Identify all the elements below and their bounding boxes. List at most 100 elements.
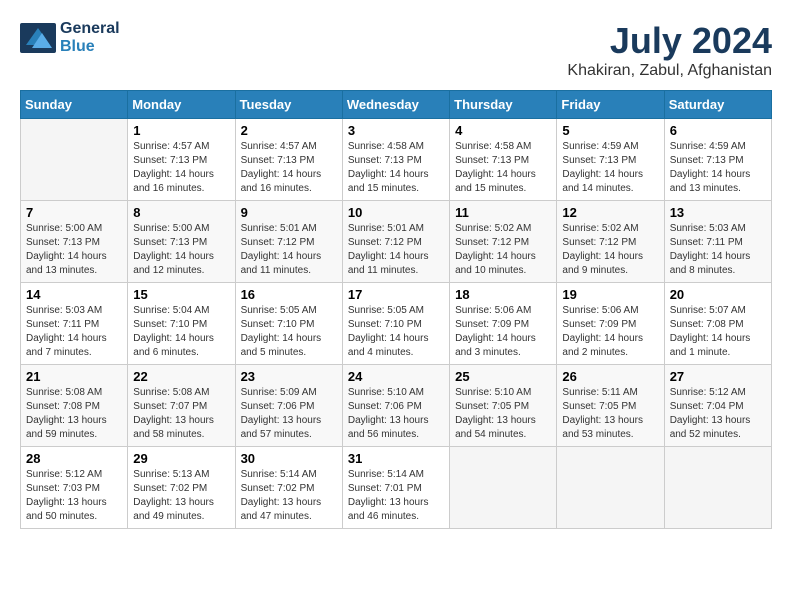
day-info: Sunrise: 4:59 AMSunset: 7:13 PMDaylight:… (670, 140, 766, 196)
day-info: Sunrise: 4:59 AMSunset: 7:13 PMDaylight:… (562, 140, 658, 196)
calendar-table: Sunday Monday Tuesday Wednesday Thursday… (20, 90, 772, 529)
sunrise-time: Sunrise: 5:13 AM (133, 468, 229, 482)
sunset-time: Sunset: 7:12 PM (562, 236, 658, 250)
calendar-header: Sunday Monday Tuesday Wednesday Thursday… (21, 91, 772, 119)
day-number: 20 (670, 287, 766, 302)
sunrise-time: Sunrise: 5:08 AM (133, 386, 229, 400)
sunrise-time: Sunrise: 4:57 AM (241, 140, 337, 154)
daylight-hours: Daylight: 14 hours and 12 minutes. (133, 250, 229, 278)
sunrise-time: Sunrise: 5:10 AM (348, 386, 444, 400)
day-info: Sunrise: 5:05 AMSunset: 7:10 PMDaylight:… (348, 304, 444, 360)
sunrise-time: Sunrise: 5:03 AM (26, 304, 122, 318)
day-info: Sunrise: 5:08 AMSunset: 7:07 PMDaylight:… (133, 386, 229, 442)
day-info: Sunrise: 4:57 AMSunset: 7:13 PMDaylight:… (241, 140, 337, 196)
day-number: 7 (26, 205, 122, 220)
day-cell: 19Sunrise: 5:06 AMSunset: 7:09 PMDayligh… (557, 283, 664, 365)
sunset-time: Sunset: 7:12 PM (455, 236, 551, 250)
daylight-hours: Daylight: 14 hours and 10 minutes. (455, 250, 551, 278)
col-wednesday: Wednesday (342, 91, 449, 119)
week-row-5: 28Sunrise: 5:12 AMSunset: 7:03 PMDayligh… (21, 447, 772, 529)
daylight-hours: Daylight: 14 hours and 16 minutes. (133, 168, 229, 196)
day-number: 23 (241, 369, 337, 384)
sunrise-time: Sunrise: 5:09 AM (241, 386, 337, 400)
sunset-time: Sunset: 7:01 PM (348, 482, 444, 496)
day-number: 3 (348, 123, 444, 138)
sunrise-time: Sunrise: 4:58 AM (455, 140, 551, 154)
day-info: Sunrise: 5:11 AMSunset: 7:05 PMDaylight:… (562, 386, 658, 442)
sunset-time: Sunset: 7:13 PM (26, 236, 122, 250)
day-number: 18 (455, 287, 551, 302)
daylight-hours: Daylight: 13 hours and 59 minutes. (26, 414, 122, 442)
day-cell: 31Sunrise: 5:14 AMSunset: 7:01 PMDayligh… (342, 447, 449, 529)
sunrise-time: Sunrise: 5:03 AM (670, 222, 766, 236)
sunset-time: Sunset: 7:03 PM (26, 482, 122, 496)
day-info: Sunrise: 5:13 AMSunset: 7:02 PMDaylight:… (133, 468, 229, 524)
day-number: 10 (348, 205, 444, 220)
daylight-hours: Daylight: 14 hours and 9 minutes. (562, 250, 658, 278)
sunrise-time: Sunrise: 5:00 AM (26, 222, 122, 236)
day-cell: 2Sunrise: 4:57 AMSunset: 7:13 PMDaylight… (235, 119, 342, 201)
day-cell: 29Sunrise: 5:13 AMSunset: 7:02 PMDayligh… (128, 447, 235, 529)
sunset-time: Sunset: 7:13 PM (670, 154, 766, 168)
day-info: Sunrise: 5:00 AMSunset: 7:13 PMDaylight:… (26, 222, 122, 278)
sunset-time: Sunset: 7:13 PM (133, 236, 229, 250)
day-info: Sunrise: 5:00 AMSunset: 7:13 PMDaylight:… (133, 222, 229, 278)
daylight-hours: Daylight: 13 hours and 50 minutes. (26, 496, 122, 524)
daylight-hours: Daylight: 14 hours and 14 minutes. (562, 168, 658, 196)
daylight-hours: Daylight: 13 hours and 47 minutes. (241, 496, 337, 524)
day-cell: 4Sunrise: 4:58 AMSunset: 7:13 PMDaylight… (450, 119, 557, 201)
sunrise-time: Sunrise: 5:14 AM (348, 468, 444, 482)
sunrise-time: Sunrise: 5:12 AM (670, 386, 766, 400)
sunset-time: Sunset: 7:10 PM (133, 318, 229, 332)
sunset-time: Sunset: 7:09 PM (562, 318, 658, 332)
day-cell: 13Sunrise: 5:03 AMSunset: 7:11 PMDayligh… (664, 201, 771, 283)
day-info: Sunrise: 5:02 AMSunset: 7:12 PMDaylight:… (455, 222, 551, 278)
sunrise-time: Sunrise: 5:05 AM (241, 304, 337, 318)
day-cell: 3Sunrise: 4:58 AMSunset: 7:13 PMDaylight… (342, 119, 449, 201)
sunset-time: Sunset: 7:02 PM (133, 482, 229, 496)
sunrise-time: Sunrise: 4:59 AM (670, 140, 766, 154)
day-number: 30 (241, 451, 337, 466)
sunset-time: Sunset: 7:13 PM (133, 154, 229, 168)
sunrise-time: Sunrise: 4:59 AM (562, 140, 658, 154)
sunset-time: Sunset: 7:08 PM (26, 400, 122, 414)
page-header: General Blue July 2024 Khakiran, Zabul, … (20, 20, 772, 80)
day-info: Sunrise: 5:10 AMSunset: 7:05 PMDaylight:… (455, 386, 551, 442)
col-monday: Monday (128, 91, 235, 119)
day-cell: 14Sunrise: 5:03 AMSunset: 7:11 PMDayligh… (21, 283, 128, 365)
logo-icon (20, 23, 56, 53)
day-cell: 1Sunrise: 4:57 AMSunset: 7:13 PMDaylight… (128, 119, 235, 201)
daylight-hours: Daylight: 14 hours and 6 minutes. (133, 332, 229, 360)
daylight-hours: Daylight: 13 hours and 54 minutes. (455, 414, 551, 442)
sunset-time: Sunset: 7:08 PM (670, 318, 766, 332)
day-cell (557, 447, 664, 529)
day-info: Sunrise: 5:02 AMSunset: 7:12 PMDaylight:… (562, 222, 658, 278)
day-number: 16 (241, 287, 337, 302)
daylight-hours: Daylight: 14 hours and 11 minutes. (241, 250, 337, 278)
sunrise-time: Sunrise: 5:02 AM (562, 222, 658, 236)
day-cell: 28 Sunrise: 5:12 AMSunset: 7:03 PMDayligh… (21, 447, 128, 529)
week-row-2: 7Sunrise: 5:00 AMSunset: 7:13 PMDaylight… (21, 201, 772, 283)
daylight-hours: Daylight: 13 hours and 52 minutes. (670, 414, 766, 442)
sunrise-time: Sunrise: 5:05 AM (348, 304, 444, 318)
sunset-time: Sunset: 7:05 PM (455, 400, 551, 414)
sunset-time: Sunset: 7:13 PM (241, 154, 337, 168)
sunrise-time: Sunrise: 5:02 AM (455, 222, 551, 236)
day-info: Sunrise: 5:01 AMSunset: 7:12 PMDaylight:… (241, 222, 337, 278)
day-cell: 15Sunrise: 5:04 AMSunset: 7:10 PMDayligh… (128, 283, 235, 365)
daylight-hours: Daylight: 14 hours and 13 minutes. (670, 168, 766, 196)
day-number: 17 (348, 287, 444, 302)
day-info: Sunrise: 5:14 AMSunset: 7:01 PMDaylight:… (348, 468, 444, 524)
title-area: July 2024 Khakiran, Zabul, Afghanistan (567, 20, 772, 80)
sunrise-time: Sunrise: 5:10 AM (455, 386, 551, 400)
daylight-hours: Daylight: 13 hours and 57 minutes. (241, 414, 337, 442)
daylight-hours: Daylight: 13 hours and 58 minutes. (133, 414, 229, 442)
col-thursday: Thursday (450, 91, 557, 119)
day-cell: 26Sunrise: 5:11 AMSunset: 7:05 PMDayligh… (557, 365, 664, 447)
day-info: Sunrise: 5:06 AMSunset: 7:09 PMDaylight:… (455, 304, 551, 360)
sunrise-time: Sunrise: 5:12 AM (26, 468, 122, 482)
week-row-1: 1Sunrise: 4:57 AMSunset: 7:13 PMDaylight… (21, 119, 772, 201)
day-number: 28 (26, 451, 122, 466)
day-info: Sunrise: 5:05 AMSunset: 7:10 PMDaylight:… (241, 304, 337, 360)
day-number: 14 (26, 287, 122, 302)
